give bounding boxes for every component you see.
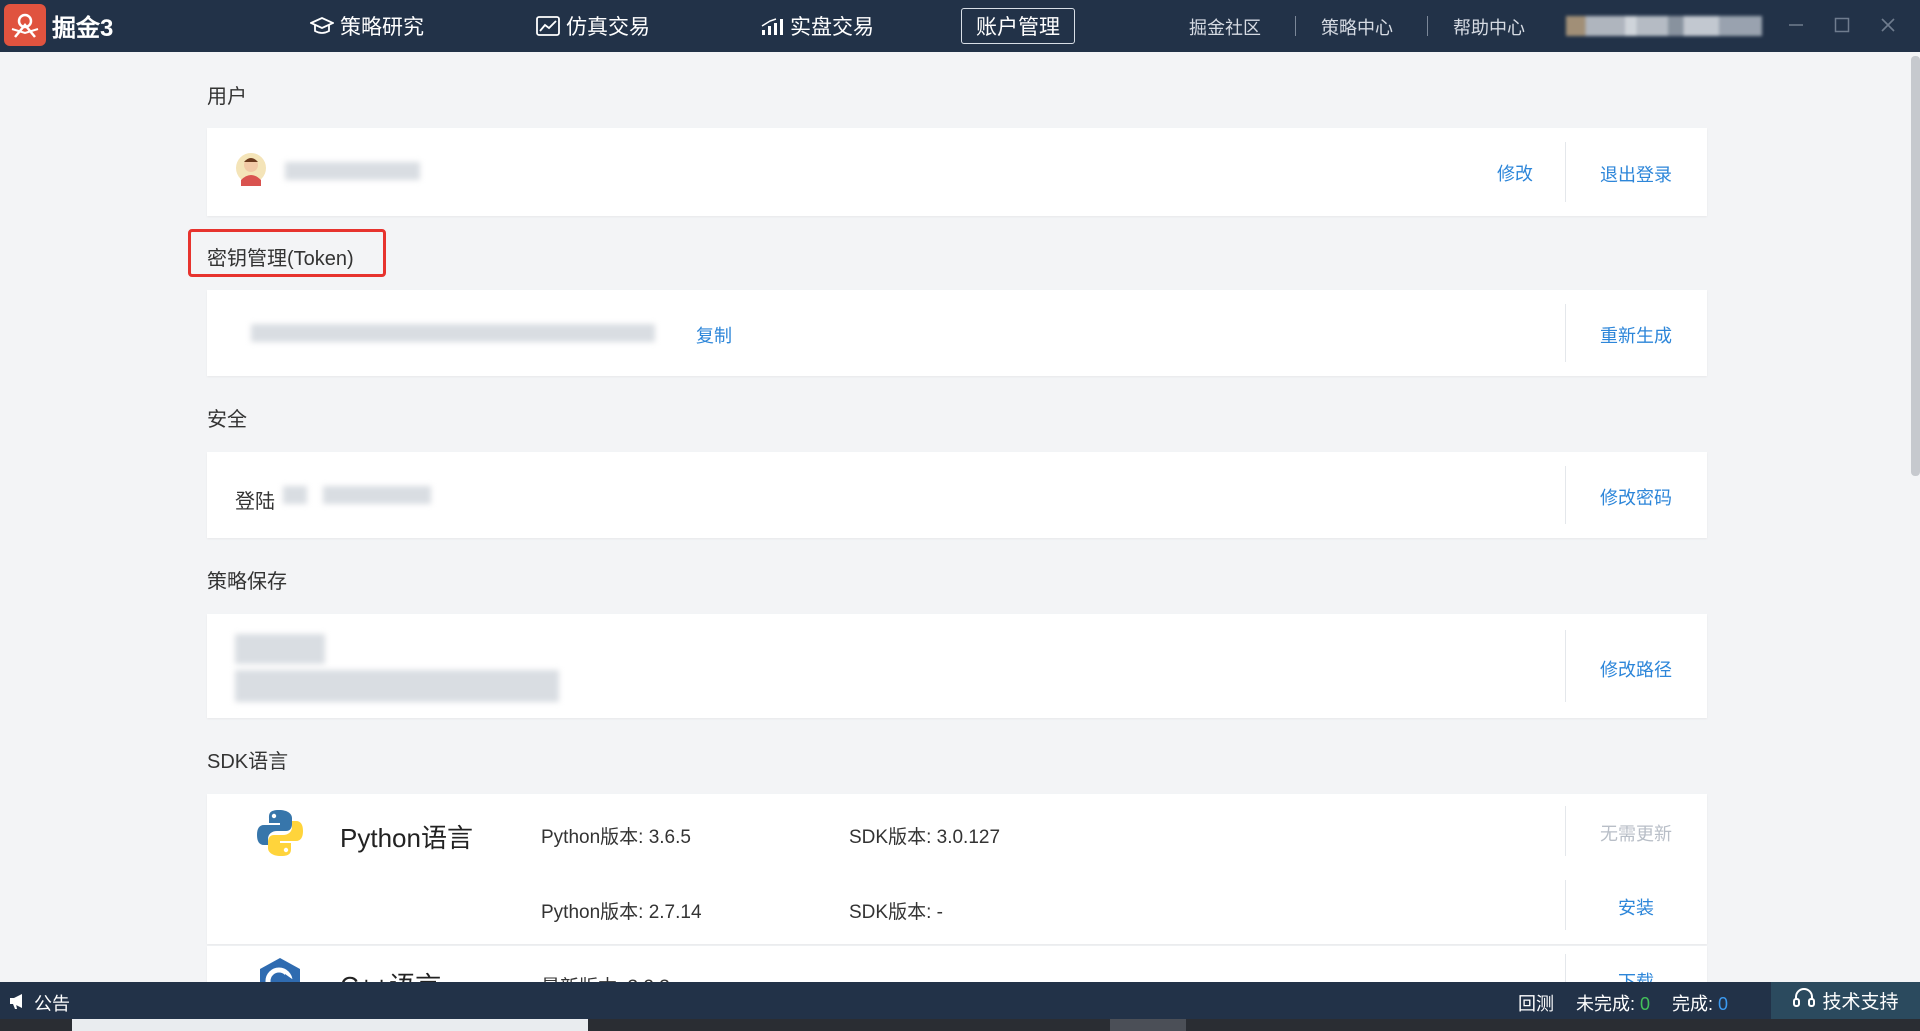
avatar[interactable]	[235, 148, 271, 192]
copy-token-link[interactable]: 复制	[696, 322, 732, 348]
change-path-link[interactable]: 修改路径	[1600, 656, 1672, 682]
cpp-logo-icon	[255, 956, 305, 982]
strategy-save-card: 修改路径	[207, 614, 1707, 718]
link-community[interactable]: 掘金社区	[1189, 14, 1261, 40]
finished-status[interactable]: 完成: 0	[1672, 990, 1728, 1016]
finished-count: 0	[1718, 994, 1729, 1014]
vertical-scrollbar[interactable]	[1911, 56, 1920, 476]
announcement-button[interactable]: 公告	[8, 990, 70, 1016]
unfinished-count: 0	[1640, 994, 1651, 1014]
cpp-latest-version: 最新版本: 3.2.3	[541, 972, 670, 982]
token-card: 复制 重新生成	[207, 290, 1707, 376]
python-sdk-name: Python语言	[340, 823, 473, 853]
cpp-sdk-name: C++语言	[340, 966, 441, 982]
nav-strategy-research[interactable]: 策略研究	[310, 8, 424, 44]
python-version: Python版本: 2.7.14	[541, 902, 702, 923]
link-strategy-center[interactable]: 策略中心	[1321, 14, 1393, 40]
unfinished-status[interactable]: 未完成: 0	[1576, 990, 1650, 1016]
user-card: 修改 退出登录	[207, 128, 1707, 216]
python-sdk-card: Python语言 Python版本: 3.6.5 SDK版本: 3.0.127 …	[207, 794, 1707, 944]
link-help-center[interactable]: 帮助中心	[1453, 14, 1525, 40]
app-logo[interactable]: 掘金3	[4, 4, 114, 46]
section-title-user: 用户	[207, 86, 247, 108]
divider	[1565, 880, 1566, 930]
cpp-sdk-card: C++语言 最新版本: 3.2.3 下载	[207, 946, 1707, 982]
maximize-icon[interactable]	[1829, 12, 1855, 38]
taskbar-segment	[72, 1019, 588, 1031]
change-password-link[interactable]: 修改密码	[1600, 484, 1672, 510]
logo-icon	[4, 4, 46, 46]
security-card: 登陆 修改密码	[207, 452, 1707, 538]
status-bar: 公告 回测 未完成: 0 完成: 0 技术支持	[0, 982, 1920, 1019]
backtest-link[interactable]: 回测	[1518, 990, 1554, 1016]
python-version: Python版本: 3.6.5	[541, 827, 691, 848]
divider	[1565, 954, 1566, 982]
nav-label: 实盘交易	[790, 16, 874, 39]
unfinished-label: 未完成:	[1576, 994, 1636, 1014]
save-label-redacted	[235, 634, 325, 664]
bar-chart-icon	[760, 15, 784, 37]
edit-profile-link[interactable]: 修改	[1497, 160, 1533, 186]
tech-support-button[interactable]: 技术支持	[1771, 982, 1920, 1019]
nav-live-trading[interactable]: 实盘交易	[760, 8, 874, 44]
tech-support-label: 技术支持	[1822, 992, 1899, 1013]
app-title: 掘金3	[52, 14, 114, 42]
taskbar-strip	[0, 1019, 1920, 1031]
section-title-security: 安全	[207, 409, 247, 431]
line-chart-icon	[536, 15, 560, 37]
login-label: 登陆	[235, 491, 275, 513]
sdk-version: SDK版本: 3.0.127	[849, 827, 1001, 848]
minimize-icon[interactable]	[1783, 12, 1809, 38]
close-icon[interactable]	[1875, 12, 1901, 38]
section-title-strategy-save: 策略保存	[207, 571, 287, 593]
nav-separator	[1295, 16, 1296, 36]
headset-icon	[1792, 987, 1816, 1015]
download-button[interactable]: 下载	[1618, 968, 1654, 982]
nav-account-management[interactable]: 账户管理	[961, 8, 1075, 44]
divider	[1565, 142, 1566, 202]
regenerate-token-link[interactable]: 重新生成	[1600, 322, 1672, 348]
divider	[1565, 806, 1566, 856]
divider	[1565, 466, 1566, 524]
login-value-redacted	[283, 486, 307, 504]
nav-simulated-trading[interactable]: 仿真交易	[536, 8, 650, 44]
taskbar-segment	[1110, 1019, 1186, 1031]
divider	[1565, 630, 1566, 702]
nav-label: 策略研究	[340, 16, 424, 39]
token-value-redacted[interactable]	[251, 324, 655, 342]
graduation-cap-icon	[310, 15, 334, 37]
save-path-redacted	[235, 670, 559, 702]
logout-link[interactable]: 退出登录	[1600, 161, 1672, 187]
finished-label: 完成:	[1672, 994, 1714, 1014]
divider	[1565, 304, 1566, 362]
username-redacted	[285, 162, 420, 180]
sdk-version: SDK版本: -	[849, 902, 943, 923]
section-title-token: 密钥管理(Token)	[207, 248, 354, 270]
announcement-label: 公告	[34, 994, 70, 1014]
megaphone-icon	[8, 992, 28, 1015]
python-logo-icon	[255, 808, 305, 858]
top-bar: 掘金3 策略研究 仿真交易 实盘交易 账户管理 掘金社区 策略中心 帮助中心	[0, 0, 1920, 52]
section-title-sdk: SDK语言	[207, 751, 289, 773]
install-button[interactable]: 安装	[1618, 894, 1654, 920]
no-update-button[interactable]: 无需更新	[1600, 820, 1672, 846]
login-value-redacted	[323, 486, 431, 504]
user-account-info-redacted[interactable]	[1566, 16, 1762, 36]
nav-label: 账户管理	[976, 16, 1060, 39]
nav-label: 仿真交易	[566, 16, 650, 39]
nav-separator	[1427, 16, 1428, 36]
